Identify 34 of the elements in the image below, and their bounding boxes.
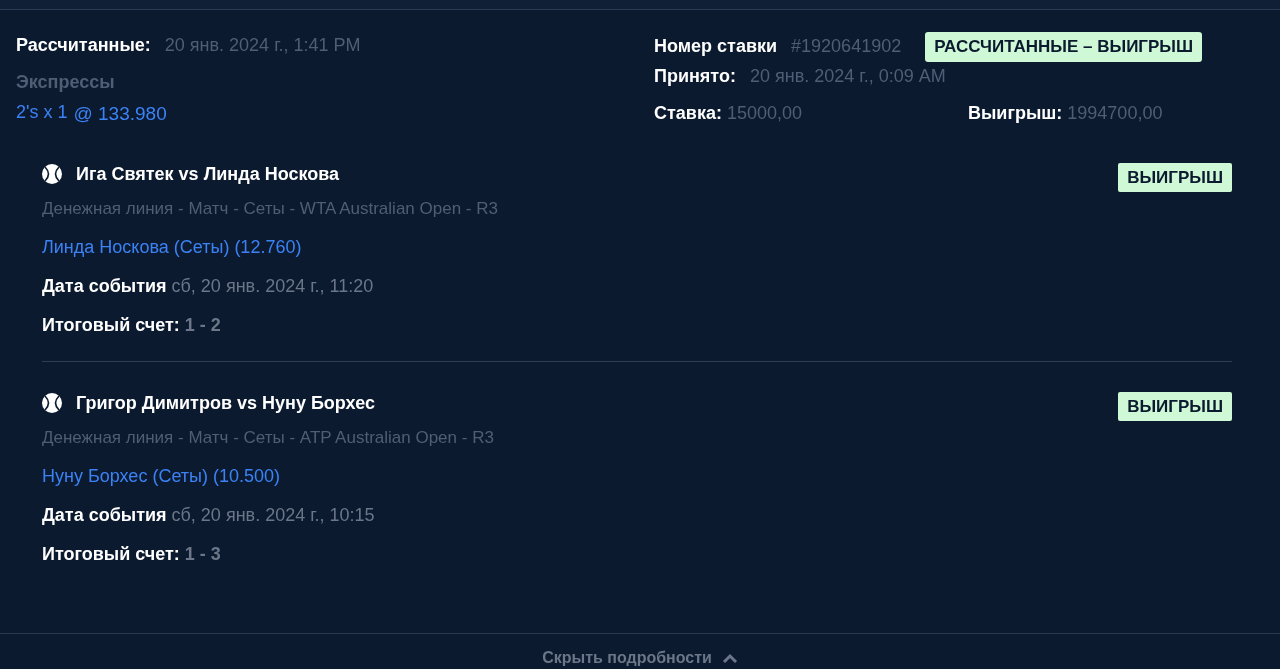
result-badge: ВЫИГРЫШ bbox=[1118, 162, 1232, 192]
tennis-ball-icon bbox=[42, 164, 62, 185]
final-score: 1 - 2 bbox=[184, 313, 221, 337]
final-score-label: Итоговый счет: bbox=[42, 313, 180, 337]
match-title: Григор Димитров vs Нуну Борхес bbox=[76, 391, 375, 415]
hide-details-button[interactable]: Скрыть подробности bbox=[542, 646, 738, 669]
payout-label: Выигрыш: bbox=[968, 101, 1063, 125]
final-score: 1 - 3 bbox=[184, 542, 221, 566]
selection-text: Нуну Борхес (Сеты) (10.500) bbox=[42, 464, 281, 488]
chevron-up-icon bbox=[721, 652, 738, 663]
bet-number-label: Номер ставки bbox=[654, 35, 778, 59]
stake-amount: 15000,00 bbox=[726, 101, 802, 125]
event-date-label: Дата события bbox=[42, 274, 167, 298]
final-score-label: Итоговый счет: bbox=[42, 542, 180, 566]
payout-amount: 1994700,00 bbox=[1067, 101, 1163, 125]
settled-time: 20 янв. 2024 г., 1:41 PM bbox=[164, 34, 361, 57]
tennis-ball-icon bbox=[42, 393, 62, 414]
settled-label: Рассчитанные: bbox=[16, 34, 151, 57]
match-title: Ига Святек vs Линда Носкова bbox=[76, 162, 339, 186]
accepted-time: 20 янв. 2024 г., 0:09 AM bbox=[749, 64, 946, 88]
market-text: Денежная линия - Матч - Сеты - ATP Australian Open - R3 bbox=[42, 427, 495, 449]
event-date-label: Дата события bbox=[42, 503, 167, 527]
accepted-label: Принято: bbox=[654, 64, 736, 88]
event-date: сб, 20 янв. 2024 г., 10:15 bbox=[171, 503, 375, 527]
selection-text: Линда Носкова (Сеты) (12.760) bbox=[42, 235, 303, 259]
result-badge: ВЫИГРЫШ bbox=[1118, 391, 1232, 421]
event-date: сб, 20 янв. 2024 г., 11:20 bbox=[171, 274, 374, 298]
bet-type: Экспрессы bbox=[16, 71, 115, 94]
system-label: 2's x 1 bbox=[16, 101, 68, 124]
bet-number: #1920641902 bbox=[791, 35, 902, 59]
status-badge: РАССЧИТАННЫЕ – ВЫИГРЫШ bbox=[925, 32, 1203, 62]
stake-label: Ставка: bbox=[654, 101, 722, 125]
market-text: Денежная линия - Матч - Сеты - WTA Australian Open - R3 bbox=[42, 198, 499, 220]
odds: @ 133.980 bbox=[73, 102, 167, 126]
